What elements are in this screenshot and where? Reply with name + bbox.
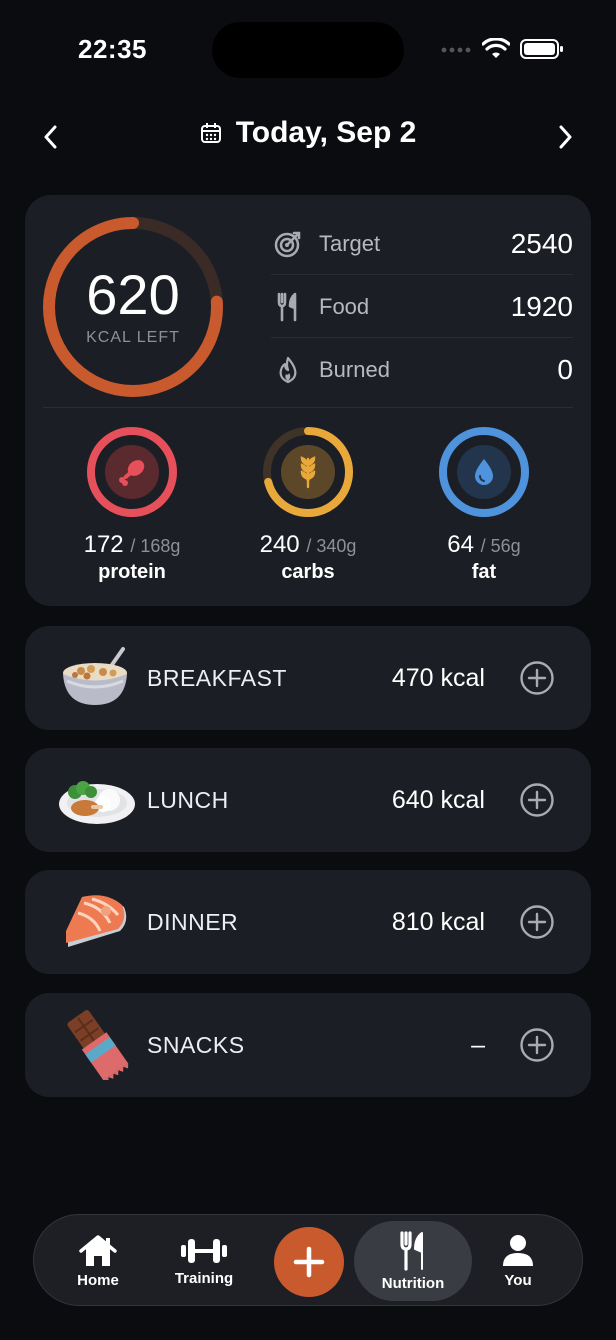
meal-name: BREAKFAST bbox=[147, 664, 287, 691]
carbs-progress-ring bbox=[263, 427, 353, 517]
stat-label: Burned bbox=[319, 357, 390, 382]
salmon-icon bbox=[47, 882, 147, 962]
tab-label: Home bbox=[77, 1271, 119, 1289]
macro-fat[interactable]: 64 / 56g fat bbox=[394, 425, 574, 584]
chocolate-bar-icon bbox=[47, 1005, 147, 1085]
macro-consumed: 240 bbox=[259, 531, 300, 558]
add-button[interactable] bbox=[274, 1227, 344, 1297]
protein-progress-ring bbox=[87, 427, 177, 517]
meal-calories: – bbox=[471, 1030, 485, 1059]
tab-you[interactable]: You bbox=[482, 1215, 554, 1307]
plus-icon bbox=[293, 1246, 325, 1278]
macro-goal: / 56g bbox=[480, 536, 521, 556]
plus-circle-icon[interactable] bbox=[519, 782, 555, 818]
wifi-icon bbox=[482, 38, 510, 58]
stat-value: 2540 bbox=[510, 227, 573, 259]
stat-value: 1920 bbox=[510, 290, 573, 322]
macro-goal: / 340g bbox=[306, 536, 357, 556]
tab-training[interactable]: Training bbox=[162, 1215, 246, 1307]
tab-label: Training bbox=[174, 1269, 234, 1287]
meal-calories: 470 kcal bbox=[391, 663, 485, 692]
battery-icon bbox=[520, 39, 563, 59]
person-icon bbox=[503, 1234, 533, 1266]
macro-name: carbs bbox=[281, 561, 335, 583]
fork-knife-icon bbox=[271, 290, 305, 324]
macro-consumed: 64 bbox=[447, 531, 474, 558]
fat-progress-ring bbox=[439, 427, 529, 517]
macro-name: fat bbox=[471, 561, 497, 583]
calories-left-label: KCAL LEFT bbox=[86, 329, 180, 346]
tab-label: Nutrition bbox=[381, 1274, 445, 1292]
meal-row-lunch[interactable]: LUNCH 640 kcal bbox=[25, 748, 591, 852]
next-day-button[interactable] bbox=[548, 120, 582, 154]
plus-circle-icon[interactable] bbox=[519, 1027, 555, 1063]
cereal-bowl-icon bbox=[47, 638, 147, 718]
macro-goal: / 168g bbox=[130, 536, 181, 556]
daily-summary-card: 620 KCAL LEFT Target 2540 Food 1920 Burn… bbox=[25, 195, 591, 606]
macro-consumed: 172 bbox=[83, 531, 124, 558]
macro-amount: 240 / 340g bbox=[218, 531, 398, 559]
stat-value: 0 bbox=[557, 354, 573, 385]
tab-label: You bbox=[504, 1271, 532, 1289]
macro-amount: 64 / 56g bbox=[394, 531, 574, 559]
stat-row-burned: Burned 0 bbox=[271, 339, 573, 401]
meal-row-dinner[interactable]: DINNER 810 kcal bbox=[25, 870, 591, 974]
date-navigation: Today, Sep 2 bbox=[0, 112, 616, 162]
meal-name: SNACKS bbox=[147, 1031, 245, 1058]
stat-label: Target bbox=[319, 230, 381, 256]
flame-icon bbox=[271, 353, 305, 387]
target-icon bbox=[271, 227, 305, 261]
meal-row-snacks[interactable]: SNACKS – bbox=[25, 993, 591, 1097]
signal-icon bbox=[441, 47, 471, 53]
plus-circle-icon[interactable] bbox=[519, 660, 555, 696]
meal-calories: 810 kcal bbox=[391, 907, 485, 936]
status-bar: 22:35 bbox=[0, 0, 616, 100]
stat-row-target: Target 2540 bbox=[271, 213, 573, 275]
meal-name: DINNER bbox=[147, 908, 239, 935]
calendar-icon bbox=[200, 123, 221, 143]
card-divider bbox=[43, 407, 573, 408]
tab-nutrition[interactable]: Nutrition bbox=[354, 1221, 472, 1301]
meal-row-breakfast[interactable]: BREAKFAST 470 kcal bbox=[25, 626, 591, 730]
chevron-right-icon bbox=[559, 125, 572, 149]
status-time: 22:35 bbox=[78, 34, 147, 64]
chicken-plate-icon bbox=[47, 760, 147, 840]
macro-name: protein bbox=[98, 561, 166, 583]
dumbbell-icon bbox=[181, 1238, 227, 1263]
status-icons bbox=[440, 38, 564, 60]
macro-protein[interactable]: 172 / 168g protein bbox=[42, 425, 222, 584]
macro-carbs[interactable]: 240 / 340g carbs bbox=[218, 425, 398, 584]
plus-circle-icon[interactable] bbox=[519, 904, 555, 940]
meal-name: LUNCH bbox=[147, 786, 229, 813]
date-picker[interactable]: Today, Sep 2 bbox=[0, 116, 616, 150]
dynamic-island bbox=[212, 22, 404, 78]
calories-left-value: 620 bbox=[86, 263, 180, 326]
fork-knife-icon bbox=[400, 1230, 423, 1271]
date-title: Today, Sep 2 bbox=[235, 116, 417, 149]
meal-calories: 640 kcal bbox=[391, 785, 485, 814]
bottom-tab-bar: Home Training Nutrition You bbox=[33, 1214, 583, 1306]
tab-home[interactable]: Home bbox=[58, 1215, 138, 1307]
macro-amount: 172 / 168g bbox=[42, 531, 222, 559]
stat-row-food: Food 1920 bbox=[271, 276, 573, 338]
home-icon bbox=[79, 1234, 117, 1266]
stat-label: Food bbox=[319, 293, 370, 319]
